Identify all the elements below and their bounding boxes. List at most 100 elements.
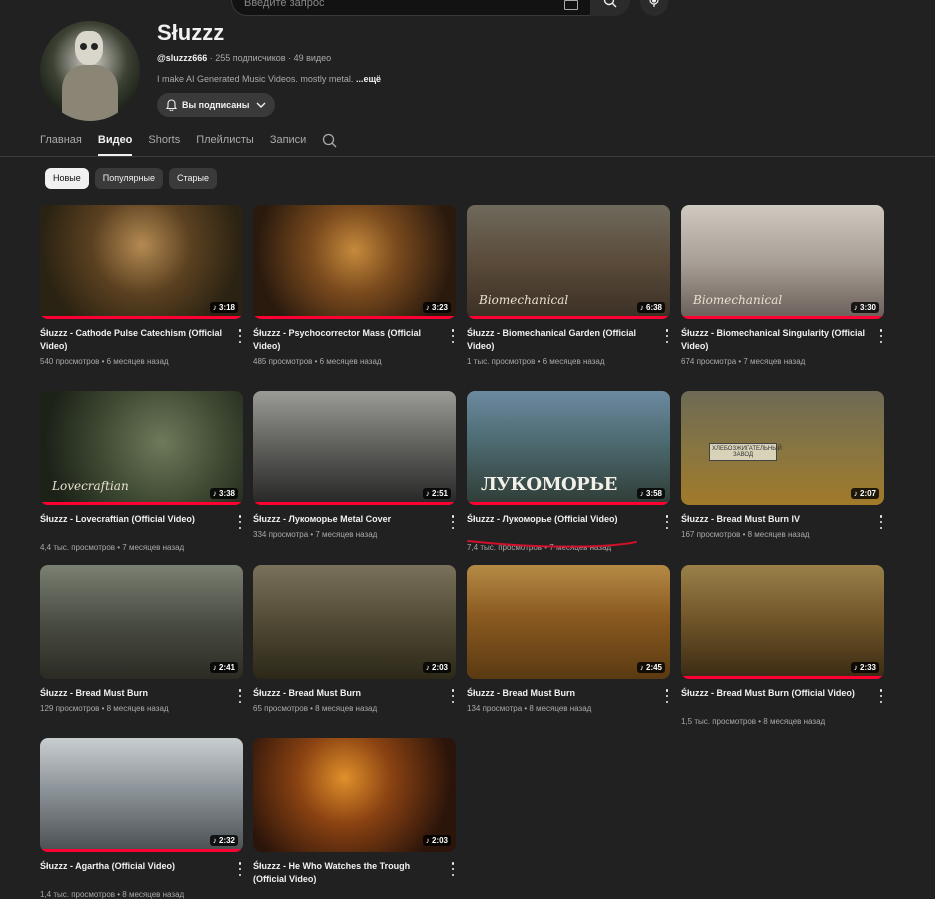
- more-actions-icon[interactable]: [878, 515, 884, 529]
- chip-popular[interactable]: Популярные: [94, 168, 163, 189]
- more-actions-icon[interactable]: [237, 329, 243, 343]
- video-card[interactable]: ♪ 2:41 Śłuzzz - Bread Must Burn 129 просмо…: [40, 565, 243, 713]
- search-input[interactable]: Введите запрос: [244, 0, 324, 9]
- video-thumbnail[interactable]: ХЛЕБОЗЖИГАТЕЛЬНЫЙ ЗАВОД ♪ 2:07: [681, 391, 884, 505]
- video-card[interactable]: ♪ 2:32 Śłuzzz - Agartha (Official Video) 1…: [40, 738, 243, 899]
- video-meta: 134 просмотра • 8 месяцев назад: [467, 704, 592, 713]
- watch-progress-bar: [40, 502, 243, 505]
- video-card[interactable]: ♪ 2:51 Śłuzzz - Лукоморье Metal Cover 334 …: [253, 391, 456, 539]
- channel-name: Słuzzz: [157, 20, 225, 45]
- video-duration: ♪ 2:41: [209, 662, 238, 673]
- video-duration: ♪ 2:03: [422, 662, 451, 673]
- video-duration: ♪ 3:23: [422, 302, 451, 313]
- tab-posts[interactable]: Записи: [270, 134, 307, 156]
- video-title[interactable]: Śłuzzz - Bread Must Burn: [467, 687, 652, 700]
- video-meta: 1,5 тыс. просмотров • 8 месяцев назад: [681, 717, 826, 726]
- video-title[interactable]: Śłuzzz - Lovecraftian (Official Video): [40, 513, 225, 526]
- voice-search-button[interactable]: [640, 0, 668, 16]
- channel-search-icon[interactable]: [322, 133, 337, 148]
- bell-icon: [166, 99, 177, 111]
- more-actions-icon[interactable]: [878, 329, 884, 343]
- chevron-down-icon: [256, 102, 266, 108]
- watch-progress-bar: [681, 676, 884, 679]
- video-title[interactable]: Śłuzzz - Bread Must Burn: [40, 687, 225, 700]
- watch-progress-bar: [681, 316, 884, 319]
- video-title[interactable]: Śłuzzz - Agartha (Official Video): [40, 860, 225, 873]
- watch-progress-bar: [40, 316, 243, 319]
- video-card[interactable]: Biomechanical ♪ 3:30 Śłuzzz - Biomechanica…: [681, 205, 884, 366]
- video-title[interactable]: Śłuzzz - Bread Must Burn: [253, 687, 438, 700]
- subscribe-label: Вы подписаны: [182, 100, 250, 110]
- video-thumbnail[interactable]: ♪ 3:18: [40, 205, 243, 319]
- video-thumbnail[interactable]: ♪ 2:45: [467, 565, 670, 679]
- description-text: I make AI Generated Music Videos. mostly…: [157, 74, 354, 84]
- video-thumbnail[interactable]: ♪ 2:03: [253, 565, 456, 679]
- video-title[interactable]: Śłuzzz - Biomechanical Singularity (Offi…: [681, 327, 866, 353]
- video-thumbnail[interactable]: ♪ 2:51: [253, 391, 456, 505]
- video-card[interactable]: ЛУКОМОРЬЕ ♪ 3:58 Śłuzzz - Лукоморье (Offic…: [467, 391, 670, 552]
- chip-oldest[interactable]: Старые: [169, 168, 218, 189]
- video-duration: ♪ 6:38: [636, 302, 665, 313]
- video-thumbnail[interactable]: ♪ 2:03: [253, 738, 456, 852]
- tab-home[interactable]: Главная: [40, 134, 82, 156]
- more-actions-icon[interactable]: [237, 689, 243, 703]
- video-title[interactable]: Śłuzzz - Лукоморье (Official Video): [467, 513, 652, 526]
- search-box[interactable]: Введите запрос: [231, 0, 591, 16]
- channel-handle: @sluzzz666: [157, 53, 208, 63]
- more-actions-icon[interactable]: [450, 689, 456, 703]
- search-button[interactable]: [590, 0, 630, 16]
- video-card[interactable]: ♪ 2:03 Śłuzzz - He Who Watches the Trough…: [253, 738, 456, 884]
- video-duration: ♪ 2:51: [422, 488, 451, 499]
- more-actions-icon[interactable]: [664, 689, 670, 703]
- channel-description[interactable]: I make AI Generated Music Videos. mostly…: [157, 74, 381, 84]
- more-actions-icon[interactable]: [450, 329, 456, 343]
- thumbnail-overlay-text: Biomechanical: [693, 293, 783, 307]
- subscribe-button[interactable]: Вы подписаны: [157, 93, 275, 117]
- more-link[interactable]: ...ещё: [356, 74, 381, 84]
- video-duration: ♪ 3:58: [636, 488, 665, 499]
- video-thumbnail[interactable]: ЛУКОМОРЬЕ ♪ 3:58: [467, 391, 670, 505]
- video-title[interactable]: Śłuzzz - He Who Watches the Trough (Offi…: [253, 860, 438, 886]
- tab-playlists[interactable]: Плейлисты: [196, 134, 254, 156]
- channel-stats: · 255 подписчиков · 49 видео: [207, 53, 332, 63]
- video-title[interactable]: Śłuzzz - Лукоморье Metal Cover: [253, 513, 438, 526]
- video-thumbnail[interactable]: ♪ 2:32: [40, 738, 243, 852]
- video-thumbnail[interactable]: Biomechanical ♪ 6:38: [467, 205, 670, 319]
- more-actions-icon[interactable]: [450, 862, 456, 876]
- more-actions-icon[interactable]: [878, 689, 884, 703]
- video-title[interactable]: Śłuzzz - Cathode Pulse Catechism (Offici…: [40, 327, 225, 353]
- video-duration: ♪ 2:03: [422, 835, 451, 846]
- video-card[interactable]: ♪ 3:23 Śłuzzz - Psychocorrector Mass (Off…: [253, 205, 456, 366]
- more-actions-icon[interactable]: [450, 515, 456, 529]
- video-title[interactable]: Śłuzzz - Psychocorrector Mass (Official …: [253, 327, 438, 353]
- video-card[interactable]: ♪ 2:03 Śłuzzz - Bread Must Burn 65 просмот…: [253, 565, 456, 713]
- video-thumbnail[interactable]: ♪ 2:33: [681, 565, 884, 679]
- video-card[interactable]: ХЛЕБОЗЖИГАТЕЛЬНЫЙ ЗАВОД ♪ 2:07 Śłuzzz - Br…: [681, 391, 884, 539]
- video-thumbnail[interactable]: Biomechanical ♪ 3:30: [681, 205, 884, 319]
- chip-newest[interactable]: Новые: [45, 168, 89, 189]
- tab-shorts[interactable]: Shorts: [148, 134, 180, 156]
- video-card[interactable]: Biomechanical ♪ 6:38 Śłuzzz - Biomechanica…: [467, 205, 670, 366]
- more-actions-icon[interactable]: [664, 329, 670, 343]
- more-actions-icon[interactable]: [237, 862, 243, 876]
- video-thumbnail[interactable]: Lovecraftian ♪ 3:38: [40, 391, 243, 505]
- video-title[interactable]: Śłuzzz - Bread Must Burn (Official Video…: [681, 687, 866, 700]
- channel-meta: @sluzzz666 · 255 подписчиков · 49 видео: [157, 53, 331, 63]
- video-card[interactable]: ♪ 3:18 Śłuzzz - Cathode Pulse Catechism (…: [40, 205, 243, 366]
- video-card[interactable]: ♪ 2:33 Śłuzzz - Bread Must Burn (Official…: [681, 565, 884, 726]
- video-meta: 4,4 тыс. просмотров • 7 месяцев назад: [40, 543, 185, 552]
- more-actions-icon[interactable]: [664, 515, 670, 529]
- tab-videos[interactable]: Видео: [97, 134, 132, 156]
- keyboard-icon[interactable]: [564, 0, 578, 10]
- video-card[interactable]: ♪ 2:45 Śłuzzz - Bread Must Burn 134 просмо…: [467, 565, 670, 713]
- video-thumbnail[interactable]: ♪ 2:41: [40, 565, 243, 679]
- more-actions-icon[interactable]: [237, 515, 243, 529]
- video-thumbnail[interactable]: ♪ 3:23: [253, 205, 456, 319]
- video-card[interactable]: Lovecraftian ♪ 3:38 Śłuzzz - Lovecraftian …: [40, 391, 243, 552]
- watch-progress-bar: [253, 502, 456, 505]
- channel-avatar[interactable]: [40, 21, 140, 121]
- video-title[interactable]: Śłuzzz - Biomechanical Garden (Official …: [467, 327, 652, 353]
- video-title[interactable]: Śłuzzz - Bread Must Burn IV: [681, 513, 866, 526]
- microphone-icon: [649, 0, 659, 7]
- video-meta: 167 просмотров • 8 месяцев назад: [681, 530, 810, 539]
